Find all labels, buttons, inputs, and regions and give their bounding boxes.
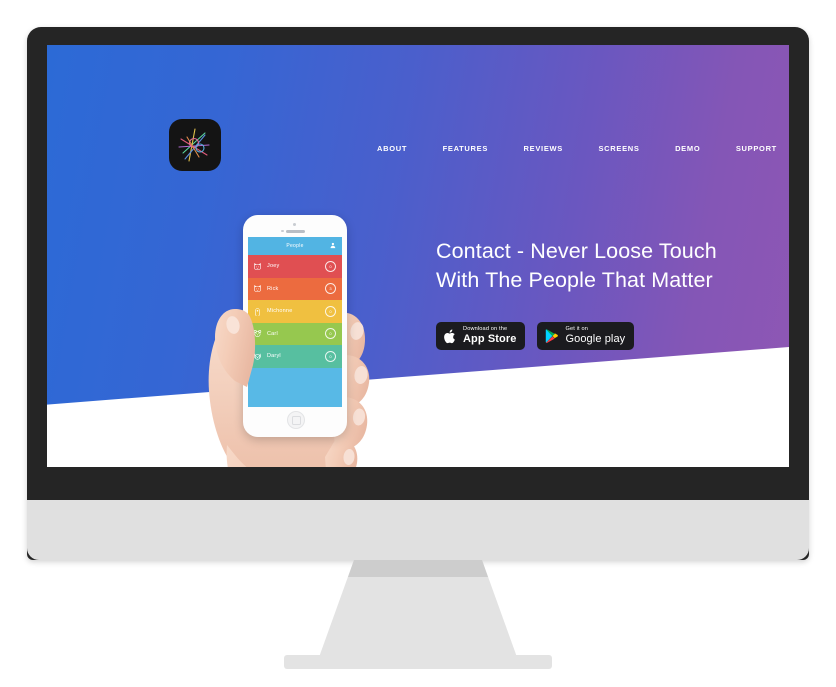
app-store-small-label: Download on the bbox=[463, 325, 508, 332]
app-store-big-label: App Store bbox=[463, 333, 517, 346]
nav-item-screens[interactable]: SCREENS bbox=[598, 144, 639, 153]
app-header: People bbox=[248, 237, 342, 255]
screenshot-stage: ABOUT FEATURES REVIEWS SCREENS DEMO SUPP… bbox=[0, 0, 836, 687]
play-icon bbox=[546, 329, 559, 343]
phone-screen: People Joey 0 Rick 3 Michonne 0 Carl 0 D… bbox=[248, 237, 342, 407]
contact-name: Michonne bbox=[267, 308, 293, 315]
dog-face-icon bbox=[254, 353, 261, 360]
contact-row-daryl[interactable]: Daryl 0 bbox=[248, 345, 342, 368]
bear-face-icon bbox=[253, 330, 262, 338]
home-button[interactable] bbox=[287, 411, 305, 429]
contact-row-rick[interactable]: Rick 3 bbox=[248, 277, 342, 300]
google-play-big-label: Google play bbox=[565, 333, 626, 346]
contact-count: 0 bbox=[325, 350, 336, 362]
monitor-stand-neck-top bbox=[348, 560, 488, 577]
contact-name: Joey bbox=[267, 263, 280, 270]
contact-count: 0 bbox=[325, 260, 336, 272]
website-screen: ABOUT FEATURES REVIEWS SCREENS DEMO SUPP… bbox=[47, 45, 789, 467]
contact-name: Carl bbox=[267, 330, 278, 337]
main-navigation: ABOUT FEATURES REVIEWS SCREENS DEMO SUPP… bbox=[377, 140, 777, 156]
monitor-chin bbox=[27, 500, 809, 560]
hero-headline: Contact - Never Loose Touch With The Peo… bbox=[436, 237, 766, 295]
contact-name: Rick bbox=[267, 285, 279, 292]
app-logo[interactable] bbox=[169, 119, 221, 171]
proximity-sensor bbox=[281, 229, 284, 232]
headline-line-1: Contact - Never Loose Touch bbox=[436, 239, 717, 263]
headline-line-2: With The People That Matter bbox=[436, 268, 713, 292]
cat-face-icon bbox=[254, 262, 261, 270]
add-person-icon[interactable] bbox=[330, 242, 337, 249]
nav-item-reviews[interactable]: REVIEWS bbox=[524, 144, 564, 153]
contact-count: 3 bbox=[325, 283, 336, 295]
nav-item-about[interactable]: ABOUT bbox=[377, 144, 407, 153]
app-logo-artwork bbox=[178, 128, 210, 162]
nav-item-demo[interactable]: DEMO bbox=[675, 144, 700, 153]
contact-count: 0 bbox=[325, 328, 336, 340]
nav-item-support[interactable]: SUPPORT bbox=[736, 144, 777, 153]
contact-name: Daryl bbox=[267, 353, 281, 360]
store-badges: Download on the App Store Get it on Goog… bbox=[436, 322, 635, 350]
nav-item-features[interactable]: FEATURES bbox=[443, 144, 488, 153]
google-play-button[interactable]: Get it on Google play bbox=[537, 322, 635, 350]
apple-icon bbox=[444, 329, 455, 343]
hand-holding-phone: People Joey 0 Rick 3 Michonne 0 Carl 0 D… bbox=[165, 205, 395, 467]
contact-row-michonne[interactable]: Michonne 0 bbox=[248, 300, 342, 323]
earpiece-speaker bbox=[286, 230, 305, 233]
google-play-small-label: Get it on bbox=[565, 325, 588, 332]
contact-row-joey[interactable]: Joey 0 bbox=[248, 255, 342, 278]
cat-face-icon bbox=[254, 285, 261, 293]
contact-count: 0 bbox=[325, 305, 336, 317]
smartphone: People Joey 0 Rick 3 Michonne 0 Carl 0 D… bbox=[243, 215, 347, 437]
front-camera bbox=[293, 223, 296, 226]
app-store-button[interactable]: Download on the App Store bbox=[436, 322, 526, 350]
owl-face-icon bbox=[255, 307, 260, 316]
contacts-list: Joey 0 Rick 3 Michonne 0 Carl 0 Daryl 0 bbox=[248, 255, 342, 368]
app-header-title: People bbox=[286, 243, 304, 249]
contact-row-carl[interactable]: Carl 0 bbox=[248, 322, 342, 345]
monitor-stand-base bbox=[284, 655, 552, 669]
